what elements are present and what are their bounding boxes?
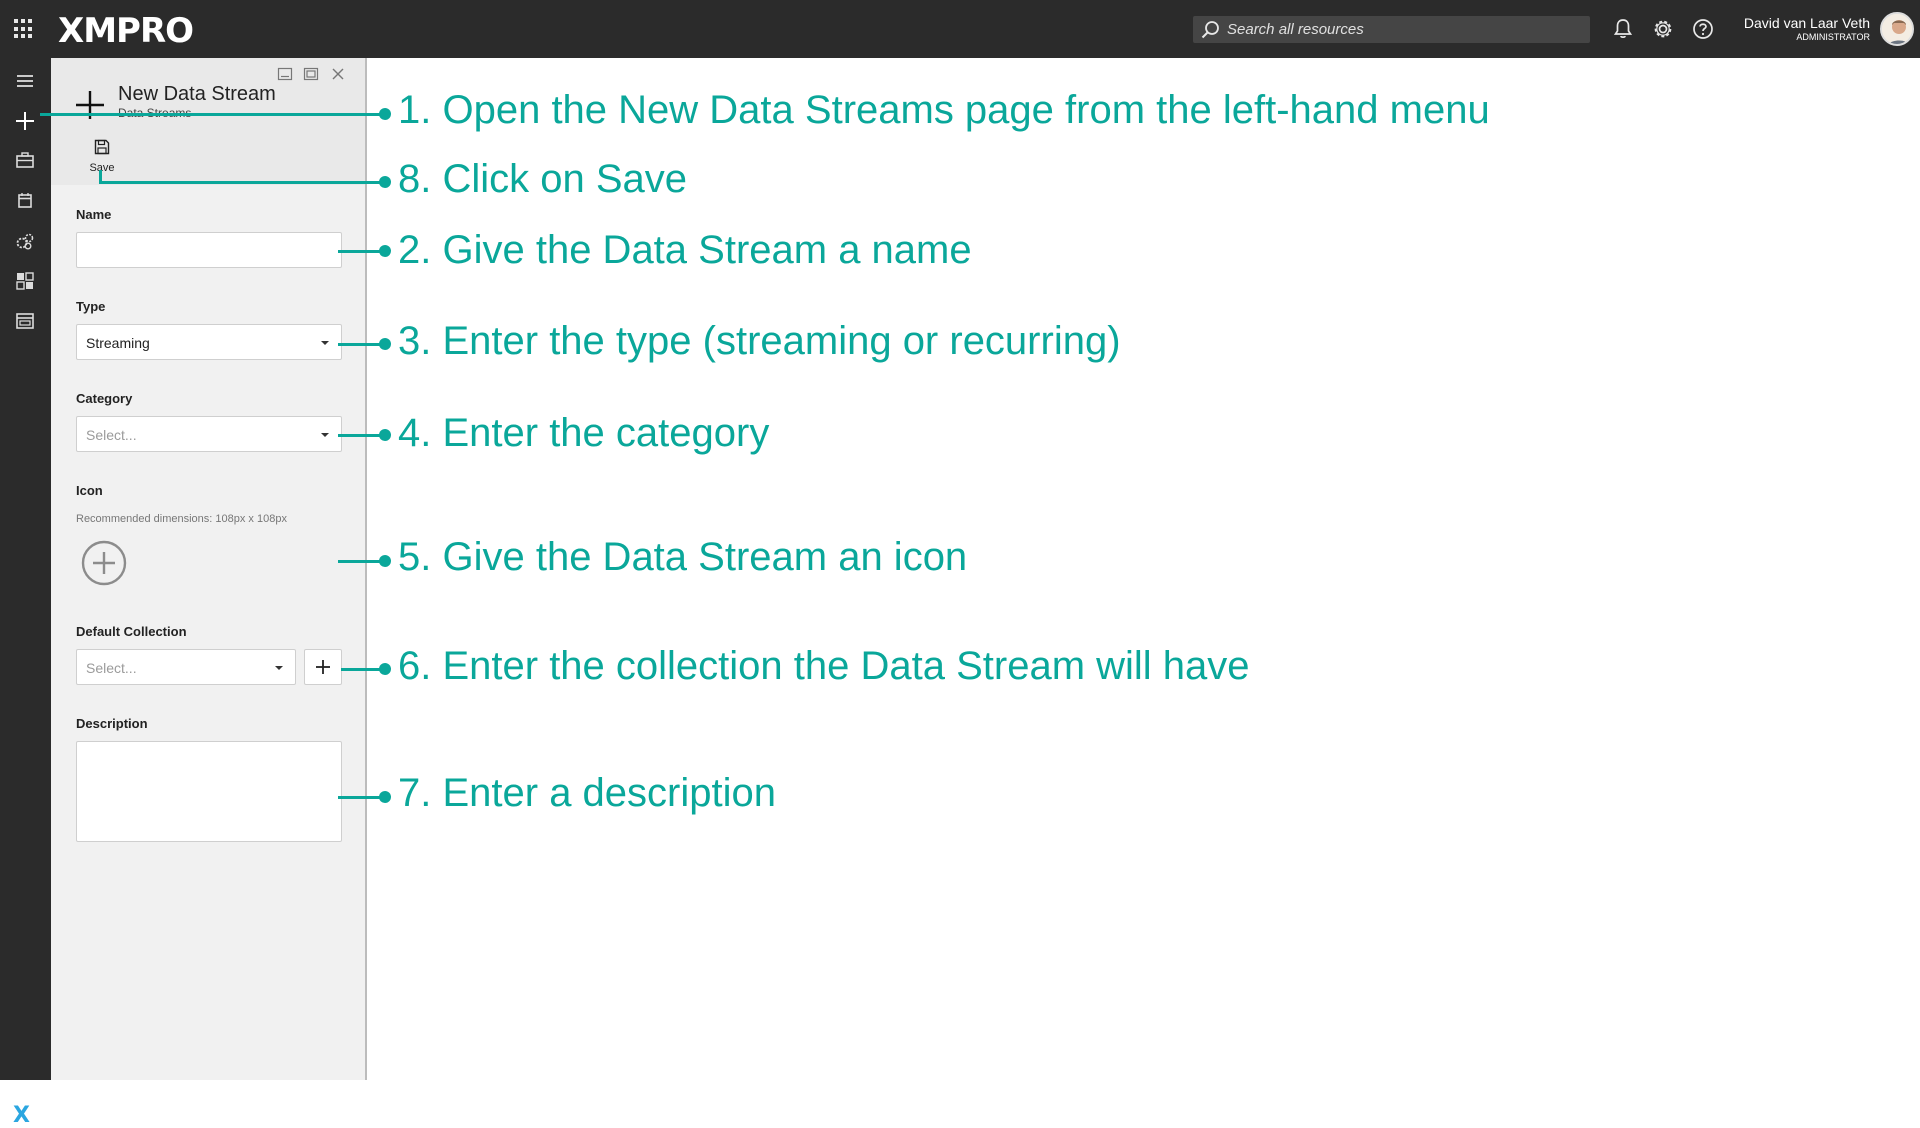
app-logo[interactable]: XMPRO — [58, 11, 194, 51]
save-icon — [94, 139, 110, 155]
annotation-step-5: 5. Give the Data Stream an icon — [398, 535, 968, 579]
maximize-icon[interactable] — [302, 65, 320, 83]
chevron-down-icon — [321, 433, 329, 437]
menu-icon[interactable] — [12, 68, 38, 94]
bell-icon[interactable] — [1610, 16, 1636, 42]
annotation-step-3: 3. Enter the type (streaming or recurrin… — [398, 319, 1121, 363]
plus-icon[interactable] — [12, 108, 38, 134]
category-select[interactable]: Select... — [76, 416, 342, 452]
callout-dot-7 — [379, 791, 391, 803]
chevron-down-icon — [275, 666, 283, 670]
annotation-step-6: 6. Enter the collection the Data Stream … — [398, 644, 1250, 688]
brand-x-logo[interactable]: X — [13, 1103, 30, 1128]
close-icon[interactable] — [329, 65, 347, 83]
gears-icon[interactable] — [12, 228, 38, 254]
callout-dot-6 — [379, 663, 391, 675]
description-label: Description — [76, 716, 148, 731]
briefcase-icon[interactable] — [12, 148, 38, 174]
user-role: ADMINISTRATOR — [1796, 32, 1870, 42]
search-input[interactable]: Search all resources — [1193, 16, 1590, 43]
apps-grid-icon[interactable] — [14, 19, 34, 39]
callout-line-8 — [99, 181, 385, 184]
callout-line-3 — [338, 343, 385, 346]
gear-icon[interactable] — [1650, 16, 1676, 42]
panel-title: New Data Stream — [118, 83, 276, 105]
category-label: Category — [76, 391, 133, 406]
callout-dot-3 — [379, 338, 391, 350]
search-placeholder: Search all resources — [1227, 21, 1364, 38]
dashboard-icon[interactable] — [12, 268, 38, 294]
type-value: Streaming — [86, 335, 150, 351]
left-rail: X — [0, 58, 51, 1128]
save-button[interactable]: Save — [84, 138, 120, 178]
callout-dot-2 — [379, 245, 391, 257]
name-input[interactable] — [76, 232, 342, 268]
chevron-down-icon — [321, 341, 329, 345]
annotation-step-1: 1. Open the New Data Streams page from t… — [398, 88, 1490, 132]
save-label: Save — [89, 162, 115, 174]
calendar-icon[interactable] — [12, 188, 38, 214]
description-textarea[interactable] — [76, 741, 342, 842]
callout-dot-1 — [379, 108, 391, 120]
avatar[interactable] — [1880, 12, 1914, 46]
minimize-icon[interactable] — [276, 65, 294, 83]
user-name[interactable]: David van Laar Veth — [1744, 15, 1870, 31]
annotation-step-7: 7. Enter a description — [398, 771, 776, 815]
callout-line-7 — [338, 796, 385, 799]
collection-placeholder: Select... — [86, 660, 137, 676]
help-icon[interactable] — [1690, 16, 1716, 42]
callout-dot-5 — [379, 555, 391, 567]
top-bar: XMPRO Search all resources David van Laa… — [0, 0, 1920, 58]
annotation-step-2: 2. Give the Data Stream a name — [398, 228, 972, 272]
callout-line-4 — [338, 434, 385, 437]
type-select[interactable]: Streaming — [76, 324, 342, 360]
icon-label: Icon — [76, 483, 103, 498]
icon-hint: Recommended dimensions: 108px x 108px — [76, 513, 287, 525]
search-icon — [1201, 21, 1219, 39]
new-data-stream-panel: New Data Stream Data Streams Save Name T… — [51, 58, 367, 1080]
annotation-step-4: 4. Enter the category — [398, 411, 770, 455]
callout-line-5 — [338, 560, 385, 563]
annotation-step-8: 8. Click on Save — [398, 157, 688, 201]
callout-line-1 — [40, 113, 385, 116]
add-collection-button[interactable] — [304, 649, 342, 685]
panel-header: New Data Stream Data Streams Save — [51, 58, 365, 185]
add-circle-icon[interactable] — [80, 539, 128, 587]
callout-line-2 — [338, 250, 385, 253]
avatar-image — [1882, 14, 1912, 44]
callout-dot-8 — [379, 176, 391, 188]
collection-label: Default Collection — [76, 624, 187, 639]
collection-select[interactable]: Select... — [76, 649, 296, 685]
plus-icon — [316, 660, 330, 674]
callout-dot-4 — [379, 429, 391, 441]
category-placeholder: Select... — [86, 427, 137, 443]
type-label: Type — [76, 299, 106, 314]
name-label: Name — [76, 207, 112, 222]
app-window-icon[interactable] — [12, 308, 38, 334]
